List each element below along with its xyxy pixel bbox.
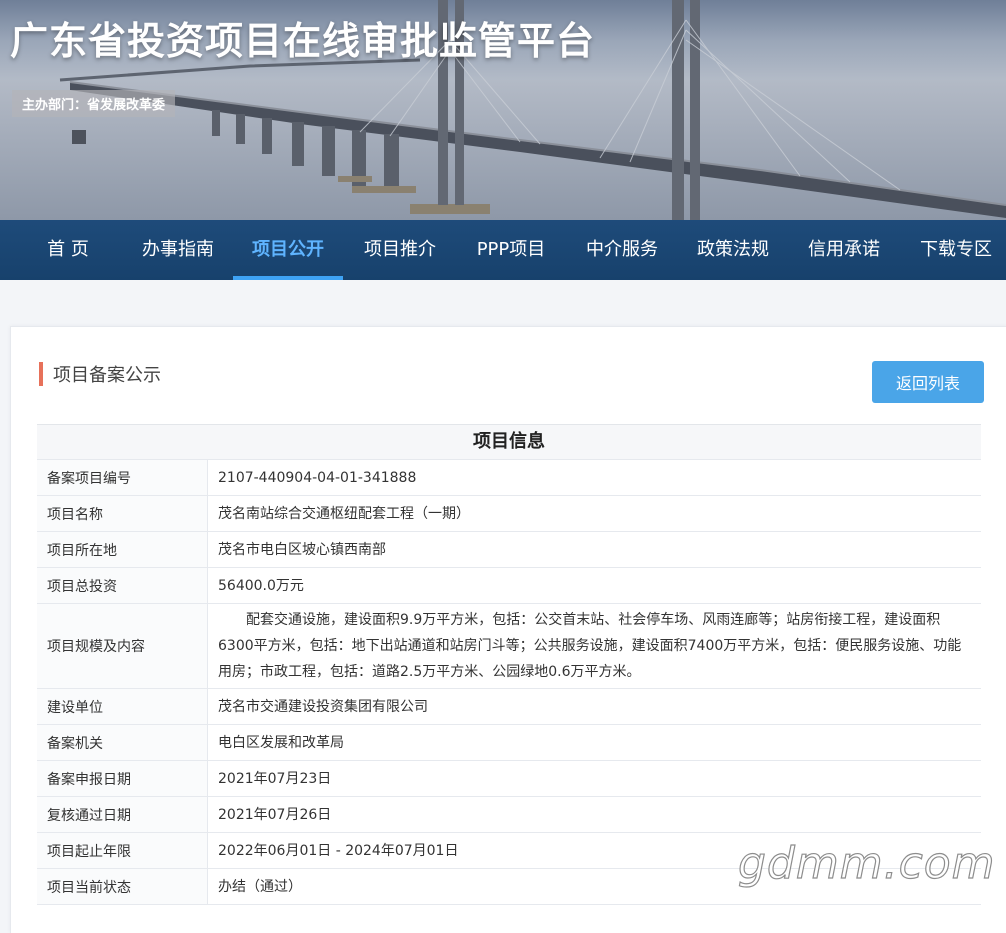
- row-label: 项目起止年限: [37, 832, 208, 869]
- row-value: 茂名市电白区坡心镇西南部: [207, 531, 981, 568]
- row-value: 茂名市交通建设投资集团有限公司: [207, 688, 981, 725]
- table-row: 项目当前状态 办结（通过）: [37, 868, 981, 905]
- table-row: 备案机关 电白区发展和改革局: [37, 724, 981, 761]
- row-label: 建设单位: [37, 688, 208, 725]
- table-row: 项目所在地 茂名市电白区坡心镇西南部: [37, 531, 981, 568]
- table-row: 复核通过日期 2021年07月26日: [37, 796, 981, 833]
- row-label: 项目规模及内容: [37, 603, 208, 689]
- sponsor-label: 主办部门：省发展改革委: [12, 90, 176, 117]
- section-title: 项目备案公示: [53, 365, 161, 386]
- row-label: 复核通过日期: [37, 796, 208, 833]
- nav-download[interactable]: 下载专区: [918, 220, 994, 280]
- row-label: 项目当前状态: [37, 868, 208, 905]
- table-row: 备案申报日期 2021年07月23日: [37, 760, 981, 797]
- header-banner: 广东省投资项目在线审批监管平台 主办部门：省发展改革委: [0, 0, 1006, 220]
- nav-guide[interactable]: 办事指南: [140, 220, 216, 280]
- table-row: 建设单位 茂名市交通建设投资集团有限公司: [37, 688, 981, 725]
- row-label: 备案机关: [37, 724, 208, 761]
- row-label: 备案项目编号: [37, 459, 208, 496]
- nav-credit[interactable]: 信用承诺: [806, 220, 882, 280]
- nav-project-promotion[interactable]: 项目推介: [362, 220, 438, 280]
- table-row: 项目起止年限 2022年06月01日 - 2024年07月01日: [37, 832, 981, 869]
- table-row: 项目规模及内容 配套交通设施，建设面积9.9万平方米，包括：公交首末站、社会停车…: [37, 603, 981, 689]
- project-info-table: 项目信息 备案项目编号 2107-440904-04-01-341888 项目名…: [37, 424, 981, 905]
- row-label: 项目总投资: [37, 567, 208, 604]
- nav-ppp[interactable]: PPP项目: [474, 220, 548, 280]
- nav-home[interactable]: 首 页: [44, 220, 92, 280]
- table-row: 项目总投资 56400.0万元: [37, 567, 981, 604]
- row-value: 电白区发展和改革局: [207, 724, 981, 761]
- table-row: 备案项目编号 2107-440904-04-01-341888: [37, 459, 981, 496]
- row-value: 茂名南站综合交通枢纽配套工程（一期）: [207, 495, 981, 532]
- row-value: 2021年07月26日: [207, 796, 981, 833]
- nav-intermediary[interactable]: 中介服务: [584, 220, 660, 280]
- row-value: 2022年06月01日 - 2024年07月01日: [207, 832, 981, 869]
- row-value: 56400.0万元: [207, 567, 981, 604]
- nav-policy[interactable]: 政策法规: [695, 220, 771, 280]
- row-label: 项目名称: [37, 495, 208, 532]
- row-value: 2021年07月23日: [207, 760, 981, 797]
- nav-project-public[interactable]: 项目公开: [233, 220, 343, 280]
- content-card: 项目备案公示 返回列表 项目信息 备案项目编号 2107-440904-04-0…: [10, 326, 1006, 933]
- row-value: 配套交通设施，建设面积9.9万平方米，包括：公交首末站、社会停车场、风雨连廊等；…: [207, 603, 981, 689]
- row-value: 办结（通过）: [207, 868, 981, 905]
- row-label: 备案申报日期: [37, 760, 208, 797]
- table-caption: 项目信息: [37, 424, 981, 459]
- row-value: 2107-440904-04-01-341888: [207, 459, 981, 496]
- site-title: 广东省投资项目在线审批监管平台: [10, 19, 596, 63]
- section-accent-bar: [39, 362, 43, 386]
- row-label: 项目所在地: [37, 531, 208, 568]
- table-row: 项目名称 茂名南站综合交通枢纽配套工程（一期）: [37, 495, 981, 532]
- main-nav: 首 页 办事指南 项目公开 项目推介 PPP项目 中介服务 政策法规 信用承诺 …: [0, 220, 1006, 280]
- section-header: 项目备案公示: [39, 361, 161, 387]
- back-to-list-button[interactable]: 返回列表: [872, 361, 984, 403]
